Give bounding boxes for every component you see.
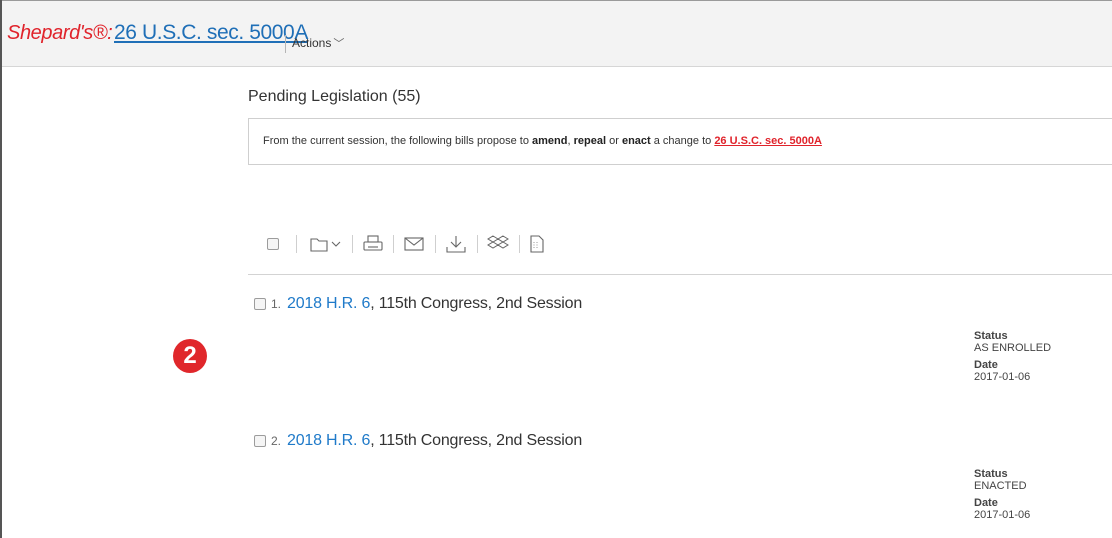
- date-label: Date: [974, 497, 998, 509]
- actions-menu[interactable]: Actions ﹀: [292, 35, 344, 51]
- folder-icon: [310, 238, 328, 252]
- info-enact: enact: [621, 135, 651, 147]
- header-divider: [285, 35, 286, 53]
- info-sep2: or: [606, 135, 622, 147]
- print-icon: [363, 235, 383, 251]
- result-meta-1: Status AS ENROLLED Date 2017-01-06: [974, 330, 1051, 388]
- result-checkbox[interactable]: [254, 435, 266, 447]
- checkbox[interactable]: [267, 238, 279, 250]
- result-item-1: 1. 2018 H.R. 6 , 115th Congress, 2nd Ses…: [254, 294, 582, 314]
- status-label: Status: [974, 468, 1008, 480]
- toolbar-divider: [477, 235, 478, 253]
- date-value: 2017-01-06: [974, 371, 1031, 383]
- result-checkbox[interactable]: [254, 298, 266, 310]
- folder-button[interactable]: [305, 230, 345, 258]
- dropbox-icon: [487, 235, 509, 249]
- email-icon: [404, 237, 424, 251]
- info-citation-link[interactable]: 26 U.S.C. sec. 5000A: [714, 135, 822, 147]
- toolbar-divider-rule: [248, 274, 1112, 275]
- toolbar: [265, 230, 585, 258]
- status-value: ENACTED: [974, 480, 1027, 492]
- result-meta-2: Status ENACTED Date 2017-01-06: [974, 468, 1030, 526]
- actions-label: Actions: [292, 36, 332, 50]
- info-suffix: a change to: [650, 135, 715, 147]
- toolbar-divider: [393, 235, 394, 253]
- info-repeal: repeal: [573, 135, 607, 147]
- info-amend: amend: [532, 135, 568, 147]
- select-all-checkbox[interactable]: [265, 230, 281, 258]
- result-session: , 115th Congress, 2nd Session: [370, 295, 583, 312]
- info-text: From the current session, the following …: [263, 135, 822, 147]
- toolbar-divider: [519, 235, 520, 253]
- result-session: , 115th Congress, 2nd Session: [370, 432, 583, 449]
- date-label: Date: [974, 359, 998, 371]
- document-button[interactable]: [525, 230, 549, 258]
- email-button[interactable]: [400, 230, 428, 258]
- download-icon: [446, 236, 466, 253]
- header-bar: Shepard's®: 26 U.S.C. sec. 5000A Actions…: [2, 1, 1112, 67]
- download-button[interactable]: [442, 230, 470, 258]
- document-icon: [530, 235, 544, 253]
- toolbar-divider: [352, 235, 353, 253]
- result-title-link[interactable]: 2018 H.R. 6: [287, 295, 370, 313]
- window-left-border: [0, 0, 2, 538]
- chevron-down-icon: ﹀: [333, 38, 345, 50]
- result-number: 2.: [271, 434, 282, 448]
- info-box: From the current session, the following …: [248, 118, 1112, 165]
- dropbox-button[interactable]: [484, 230, 512, 258]
- toolbar-divider: [435, 235, 436, 253]
- status-value: AS ENROLLED: [974, 342, 1052, 354]
- result-title-link[interactable]: 2018 H.R. 6: [287, 432, 370, 450]
- info-prefix: From the current session, the following …: [263, 135, 533, 147]
- result-item-2: 2. 2018 H.R. 6 , 115th Congress, 2nd Ses…: [254, 431, 582, 451]
- print-button[interactable]: [360, 230, 386, 258]
- result-number: 1.: [271, 297, 282, 311]
- citation-link[interactable]: 26 U.S.C. sec. 5000A: [114, 21, 308, 45]
- chevron-down-icon: [331, 241, 341, 247]
- callout-badge: 2: [173, 339, 207, 373]
- date-value: 2017-01-06: [974, 509, 1031, 521]
- section-title: Pending Legislation (55): [248, 88, 421, 105]
- toolbar-divider: [296, 235, 297, 253]
- status-label: Status: [974, 330, 1008, 342]
- shepards-label: Shepard's®:: [7, 22, 113, 44]
